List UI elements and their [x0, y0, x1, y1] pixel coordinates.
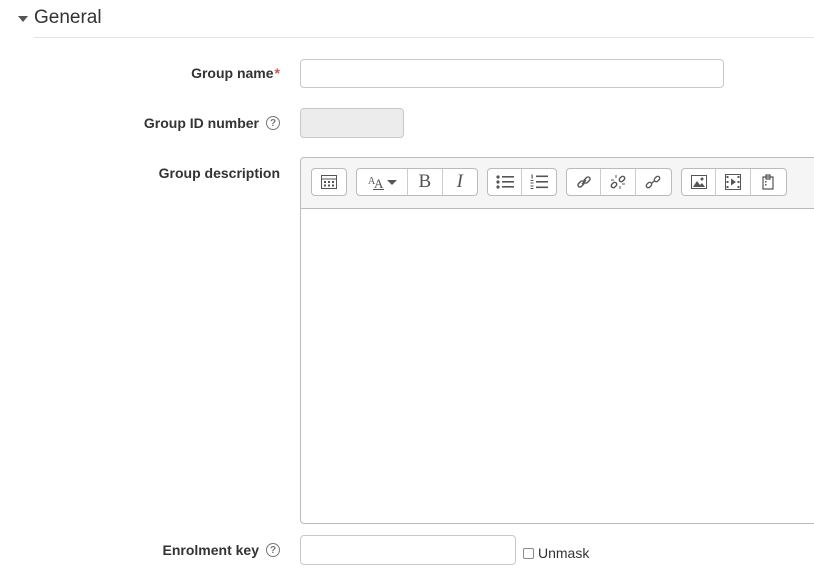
unmask-checkbox[interactable]	[523, 547, 534, 559]
group-name-label: Group name *	[191, 63, 280, 83]
paste-button[interactable]	[751, 169, 786, 195]
media-icon	[725, 174, 742, 190]
unlink-button[interactable]	[601, 169, 636, 195]
manage-files-button[interactable]	[636, 169, 671, 195]
italic-button[interactable]: I	[443, 169, 477, 195]
svg-text:A: A	[374, 176, 384, 190]
enrolment-key-label-text: Enrolment key	[162, 542, 259, 558]
ordered-list-button[interactable]	[522, 169, 556, 195]
help-icon[interactable]: ?	[266, 116, 280, 130]
ordered-list-icon	[530, 174, 548, 190]
bold-icon: B	[418, 171, 432, 192]
group-description-label-text: Group description	[158, 165, 280, 181]
group-id-label-text: Group ID number	[143, 115, 259, 131]
image-button[interactable]	[682, 169, 717, 195]
paste-icon	[761, 174, 775, 190]
section-divider	[34, 37, 814, 38]
unordered-list-button[interactable]	[488, 169, 523, 195]
group-name-input[interactable]	[300, 59, 724, 88]
section-title: General	[34, 7, 102, 28]
toolbar-group-toggle	[311, 168, 347, 196]
editor-content-area[interactable]	[301, 209, 814, 523]
unmask-label: Unmask	[538, 545, 590, 561]
enrolment-key-input[interactable]	[300, 535, 516, 565]
unmask-toggle[interactable]: Unmask	[523, 545, 589, 561]
manage-files-icon	[645, 174, 661, 190]
toolbar-group-links	[566, 168, 672, 196]
toolbar-toggle-icon	[321, 175, 337, 189]
toolbar-group-lists	[487, 168, 557, 196]
bold-button[interactable]: B	[408, 169, 443, 195]
unlink-icon	[610, 174, 626, 190]
link-button[interactable]	[567, 169, 602, 195]
italic-icon: I	[456, 171, 463, 192]
enrolment-key-label: Enrolment key?	[163, 540, 280, 560]
general-section-toggle[interactable]: General	[18, 4, 102, 32]
media-button[interactable]	[716, 169, 751, 195]
font-size-button[interactable]: AA	[357, 169, 409, 195]
toolbar-group-style: AA B I	[356, 168, 478, 196]
toolbar-group-media	[681, 168, 787, 196]
required-icon: *	[274, 65, 280, 81]
description-editor: AA B I	[300, 157, 814, 524]
image-icon	[690, 175, 707, 189]
link-icon	[576, 174, 592, 190]
group-description-label: Group description	[159, 163, 280, 183]
group-id-input[interactable]	[300, 108, 404, 138]
font-size-icon: AA	[367, 174, 398, 190]
editor-toolbar: AA B I	[301, 158, 814, 209]
unordered-list-icon	[495, 175, 514, 189]
toolbar-toggle-button[interactable]	[312, 169, 346, 195]
help-icon[interactable]: ?	[266, 543, 280, 557]
collapse-caret-icon	[18, 16, 28, 22]
group-name-label-text: Group name	[191, 65, 274, 81]
group-id-label: Group ID number?	[144, 113, 280, 133]
